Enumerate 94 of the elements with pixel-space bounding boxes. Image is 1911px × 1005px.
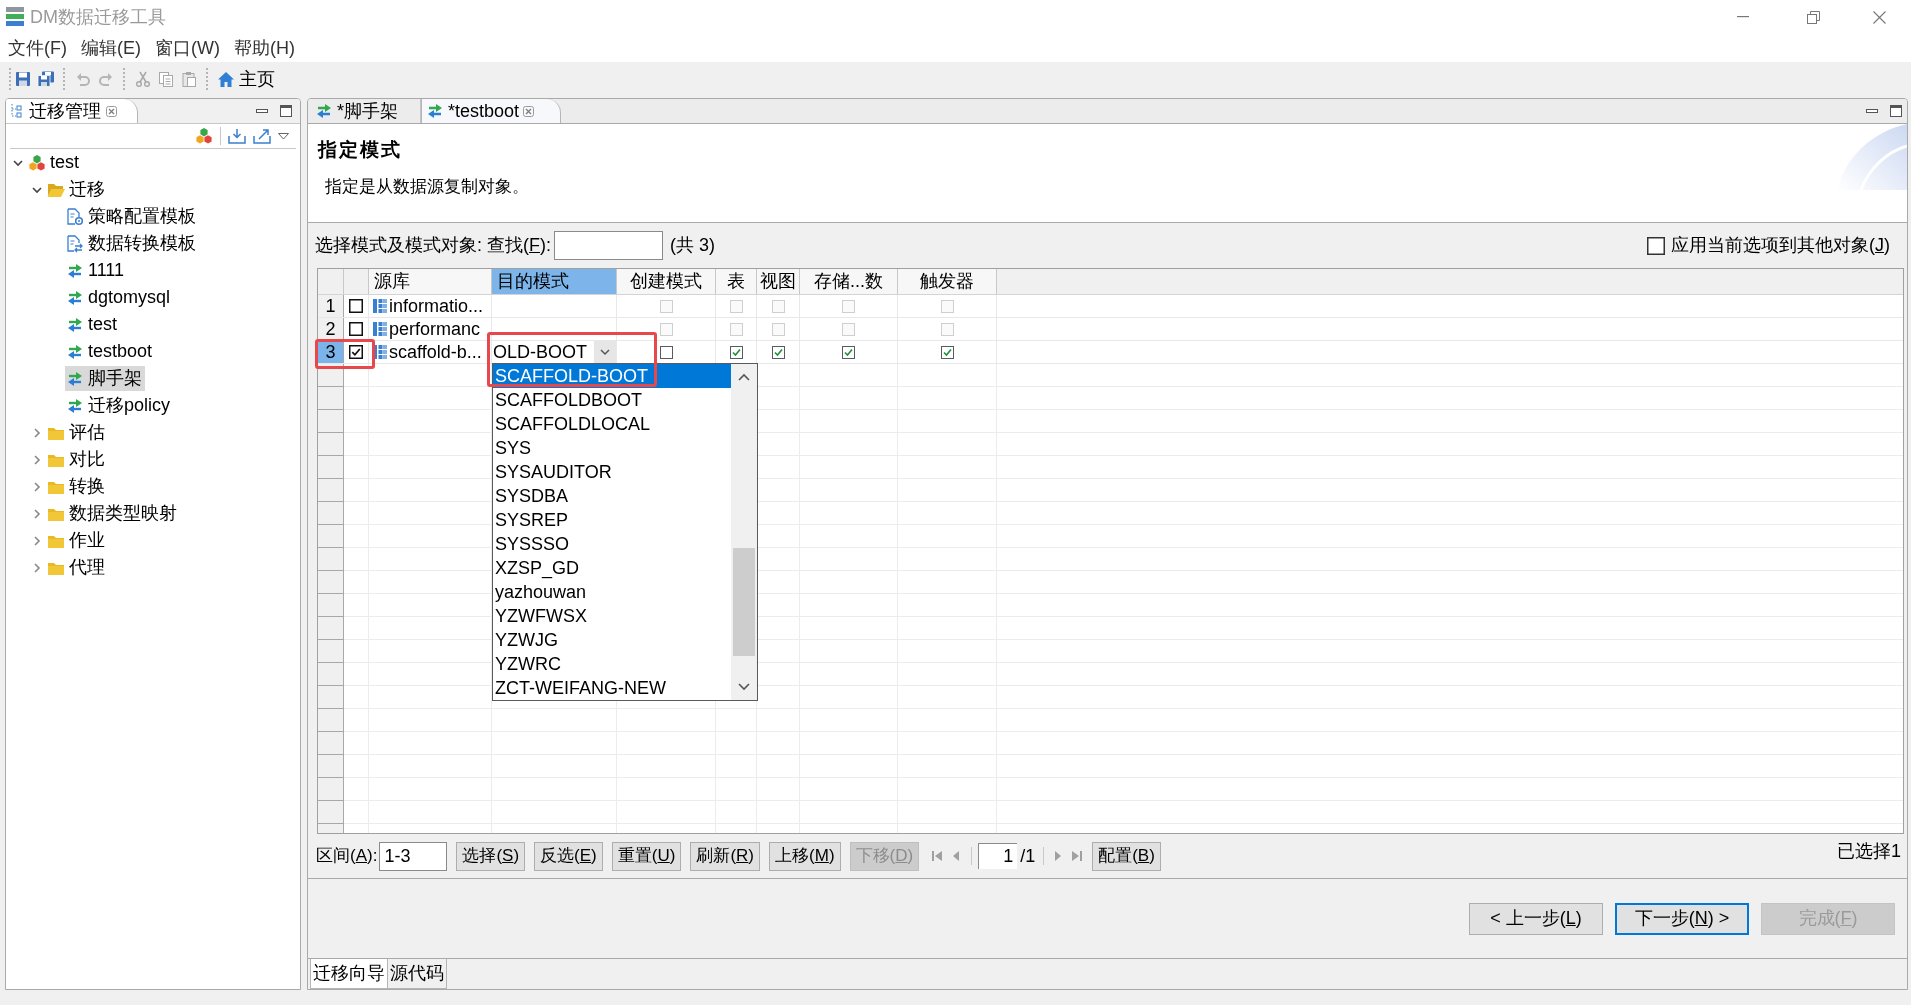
menu-item[interactable]: 编辑(E) <box>74 36 148 60</box>
minimize-icon[interactable] <box>256 107 268 115</box>
close-icon[interactable] <box>523 105 535 117</box>
swap-arrows-icon <box>66 289 84 306</box>
swap-arrows-icon <box>66 370 84 387</box>
column-header[interactable]: 创建模式 <box>617 269 716 294</box>
home-icon <box>217 70 235 88</box>
range-field[interactable]: 1-3 <box>379 841 448 871</box>
filter-label: 选择模式及模式对象: <box>315 234 482 257</box>
swap-arrows-icon <box>66 316 84 333</box>
checkbox[interactable] <box>940 345 954 359</box>
checkbox-label[interactable]: 应用当前选项到其他对象(J) <box>1671 232 1890 259</box>
swap-arrows-icon <box>66 397 84 414</box>
checkbox[interactable] <box>1647 236 1665 255</box>
action-button[interactable]: 刷新(R) <box>690 841 761 871</box>
close-icon[interactable] <box>1873 10 1886 24</box>
swap-arrows-icon <box>426 103 444 119</box>
first-page-icon[interactable] <box>931 850 944 862</box>
column-header[interactable]: 表 <box>716 269 757 294</box>
wizard-button[interactable]: < 上一步(L) <box>1469 902 1603 935</box>
editor-tab[interactable]: *testboot <box>421 99 562 123</box>
table-cell: performanc <box>389 318 481 340</box>
page-title: 指定模式 <box>318 138 403 162</box>
menu-item[interactable]: 窗口(W) <box>148 36 227 60</box>
window-title: DM数据迁移工具 <box>30 5 166 29</box>
wizard-button[interactable]: 下一步(N) > <box>1615 902 1749 935</box>
minimize-icon[interactable] <box>1737 16 1749 18</box>
tray-down-icon[interactable] <box>228 128 246 144</box>
bottom-tab[interactable]: 迁移向导 <box>310 959 388 989</box>
swap-arrows-icon <box>66 262 84 279</box>
next-page-icon[interactable] <box>1054 850 1063 862</box>
tree-item[interactable]: 数据转换模板 <box>65 231 199 256</box>
config-button[interactable]: 配置(B) <box>1092 841 1161 871</box>
result-count: (共 3) <box>670 234 715 257</box>
swap-arrows-icon <box>315 103 333 119</box>
table-cell: scaffold-b... <box>389 341 482 363</box>
swap-arrows-icon <box>66 343 84 360</box>
search-field[interactable] <box>554 231 663 260</box>
table-cell: informatio... <box>389 295 484 317</box>
column-header[interactable]: 触发器 <box>898 269 997 294</box>
close-icon[interactable] <box>106 105 117 117</box>
action-button[interactable]: 上移(M) <box>769 841 841 871</box>
menu-item[interactable]: 帮助(H) <box>226 36 302 60</box>
checkbox[interactable] <box>349 322 363 336</box>
folder-open-icon <box>47 181 65 198</box>
checkbox[interactable] <box>842 345 855 359</box>
minimize-icon[interactable] <box>1866 107 1878 115</box>
chevron-down-icon[interactable] <box>738 683 750 691</box>
panel-tab[interactable]: 迁移管理 <box>6 99 138 123</box>
chevron-up-icon[interactable] <box>738 373 750 381</box>
column-header[interactable]: 目的模式 <box>492 269 617 294</box>
page-total: /1 <box>1020 844 1036 868</box>
page-description: 指定是从数据源复制对象。 <box>324 176 530 198</box>
cluster-icon <box>28 153 46 172</box>
checkbox[interactable] <box>771 345 785 359</box>
row-number[interactable]: 2 <box>318 318 344 340</box>
range-label: 区间(A): <box>316 845 378 868</box>
previous-page-icon[interactable] <box>952 850 961 862</box>
tray-up-icon[interactable] <box>253 128 271 144</box>
grid-icon <box>373 345 387 359</box>
action-button[interactable]: 反选(E) <box>534 841 603 871</box>
floppy-disks-icon[interactable] <box>36 71 55 87</box>
restore-icon[interactable] <box>1806 10 1820 24</box>
column-header[interactable]: 存储...数 <box>800 269 898 294</box>
document-gear-icon <box>66 207 84 226</box>
cluster-icon[interactable] <box>195 127 213 145</box>
column-header[interactable]: 视图 <box>757 269 800 294</box>
selection-status: 已选择1 <box>1837 840 1901 863</box>
page-field[interactable]: 1 <box>978 843 1018 869</box>
action-button[interactable]: 重置(U) <box>611 841 682 871</box>
checkbox[interactable] <box>659 345 673 359</box>
checkbox[interactable] <box>349 299 363 313</box>
schema-combo[interactable]: OLD-BOOT <box>492 341 616 363</box>
grid-icon <box>373 299 387 313</box>
checkbox[interactable] <box>349 345 363 359</box>
tree-item[interactable]: 脚手架 <box>65 366 145 391</box>
scrollbar-thumb[interactable] <box>733 548 755 656</box>
find-label: 查找(F): <box>487 234 551 257</box>
menu-item[interactable]: 文件(F) <box>1 36 74 60</box>
column-header[interactable]: 源库 <box>369 269 492 294</box>
last-page-icon[interactable] <box>1071 850 1084 862</box>
grid-icon <box>373 322 387 336</box>
triangle-down-icon[interactable] <box>278 132 289 140</box>
bottom-tab[interactable]: 源代码 <box>388 959 447 989</box>
action-button[interactable]: 选择(S) <box>456 841 526 871</box>
row-number[interactable]: 1 <box>318 295 344 317</box>
row-number[interactable]: 3 <box>318 341 344 363</box>
maximize-icon[interactable] <box>280 105 292 117</box>
home-button[interactable]: 主页 <box>214 65 278 93</box>
tree-icon <box>10 103 24 119</box>
layers-icon <box>5 6 25 28</box>
document-arrows-icon <box>66 234 84 253</box>
checkbox[interactable] <box>729 345 743 359</box>
maximize-icon[interactable] <box>1890 105 1902 117</box>
